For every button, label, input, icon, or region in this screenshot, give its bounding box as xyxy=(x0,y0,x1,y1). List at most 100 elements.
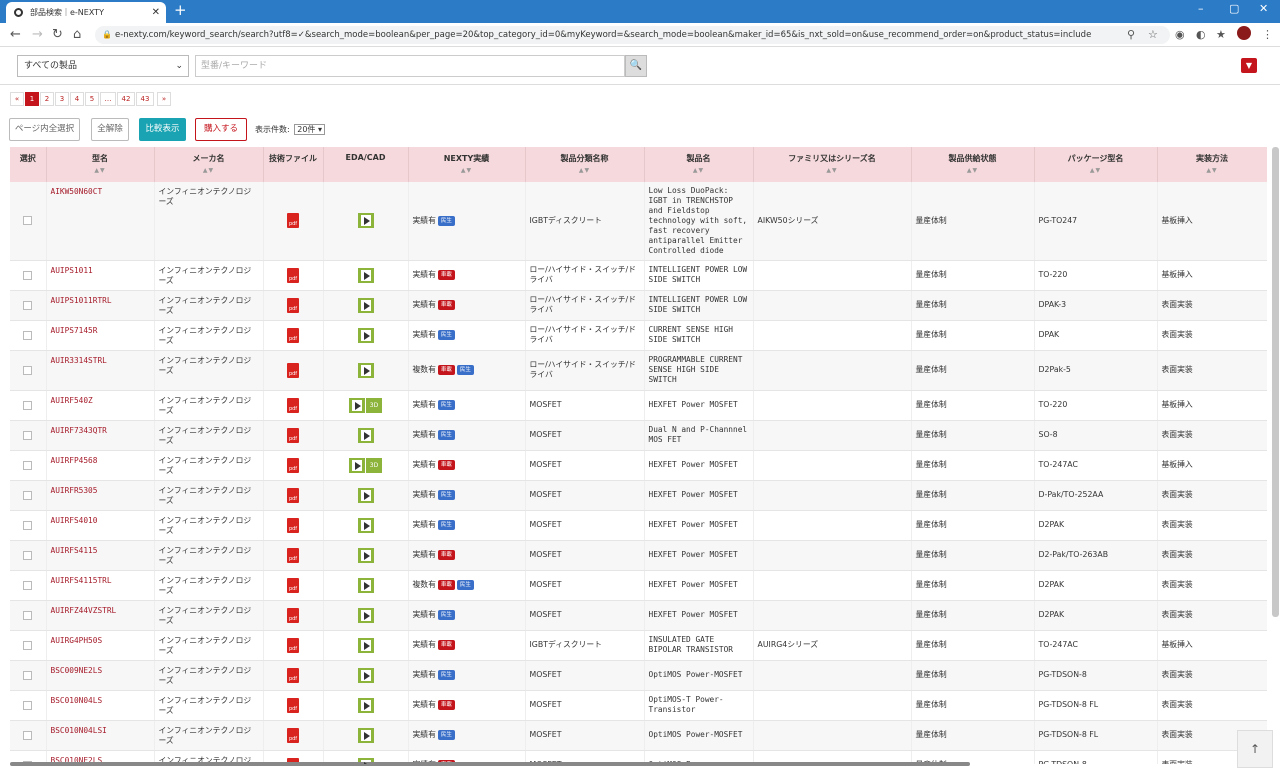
pdf-icon[interactable]: pdf xyxy=(287,637,299,653)
eda-cad-icon[interactable] xyxy=(357,362,374,378)
part-number-link[interactable]: BSC010N04LSI xyxy=(46,720,155,751)
part-number-link[interactable]: BSC010N04LS xyxy=(46,690,155,721)
eda-cad-icon[interactable] xyxy=(357,577,374,593)
row-checkbox[interactable] xyxy=(23,490,33,500)
eda-cad-icon[interactable] xyxy=(349,457,365,473)
eda-cad-icon[interactable] xyxy=(357,267,374,283)
tab-close-icon[interactable]: ✕ xyxy=(152,2,160,23)
window-close-icon[interactable]: ✕ xyxy=(1259,2,1268,15)
part-number-link[interactable]: BSC009NE2LS xyxy=(46,660,155,691)
select-page-button[interactable]: ページ内全選択 xyxy=(9,118,80,141)
eda-cad-icon[interactable] xyxy=(357,547,374,563)
back-icon[interactable]: ← xyxy=(10,27,21,42)
profile-avatar[interactable] xyxy=(1237,26,1251,40)
forward-icon[interactable]: → xyxy=(32,27,43,42)
pdf-icon[interactable]: pdf xyxy=(287,297,299,313)
pagination-next[interactable]: » xyxy=(157,92,171,106)
row-checkbox[interactable] xyxy=(23,330,33,340)
eda-cad-icon[interactable] xyxy=(357,697,374,713)
zoom-icon[interactable]: ⚲ xyxy=(1127,28,1135,41)
part-number-link[interactable]: AUIR3314STRL xyxy=(46,350,155,391)
sort-icon[interactable]: ▲▼ xyxy=(1035,167,1157,174)
sort-icon[interactable]: ▲▼ xyxy=(754,167,911,174)
pagination-page[interactable]: 3 xyxy=(55,92,69,106)
category-select[interactable]: すべての製品 ⌄ xyxy=(17,55,189,77)
3d-model-icon[interactable]: 3D xyxy=(366,457,382,473)
sort-icon[interactable]: ▲▼ xyxy=(645,167,753,174)
part-number-link[interactable]: AUIPS1011 xyxy=(46,260,155,291)
reload-icon[interactable]: ↻ xyxy=(52,27,63,42)
restore-icon[interactable]: ▢ xyxy=(1229,2,1239,15)
horizontal-scrollbar[interactable] xyxy=(10,762,970,766)
pagination-page[interactable]: 4 xyxy=(70,92,84,106)
pdf-icon[interactable]: pdf xyxy=(287,727,299,743)
part-number-link[interactable]: AUIRFP4568 xyxy=(46,450,155,481)
keyword-input[interactable]: 型番/キーワード xyxy=(195,55,625,77)
part-number-link[interactable]: AUIPS7145R xyxy=(46,320,155,351)
pdf-icon[interactable]: pdf xyxy=(287,517,299,533)
eda-cad-icon[interactable] xyxy=(357,213,374,229)
eda-cad-icon[interactable] xyxy=(349,397,365,413)
search-button[interactable]: 🔍 xyxy=(625,55,647,77)
row-checkbox[interactable] xyxy=(23,700,33,710)
pdf-icon[interactable]: pdf xyxy=(287,362,299,378)
part-number-link[interactable]: AUIRFS4115TRL xyxy=(46,570,155,601)
row-checkbox[interactable] xyxy=(23,430,33,440)
row-checkbox[interactable] xyxy=(23,610,33,620)
part-number-link[interactable]: AUIRFR5305 xyxy=(46,480,155,511)
part-number-link[interactable]: AUIRFZ44VZSTRL xyxy=(46,600,155,631)
camera-icon[interactable]: ◉ xyxy=(1175,28,1185,41)
eda-cad-icon[interactable] xyxy=(357,427,374,443)
pagination-page[interactable]: 43 xyxy=(136,92,154,106)
row-checkbox[interactable] xyxy=(23,640,33,650)
row-checkbox[interactable] xyxy=(23,460,33,470)
eda-cad-icon[interactable] xyxy=(357,667,374,683)
pdf-icon[interactable]: pdf xyxy=(287,457,299,473)
pdf-icon[interactable]: pdf xyxy=(287,327,299,343)
sort-icon[interactable]: ▲▼ xyxy=(155,167,263,174)
sort-icon[interactable]: ▲▼ xyxy=(409,167,525,174)
pdf-icon[interactable]: pdf xyxy=(287,667,299,683)
pagination-prev[interactable]: « xyxy=(10,92,24,106)
row-checkbox[interactable] xyxy=(23,216,33,226)
pdf-icon[interactable]: pdf xyxy=(287,487,299,503)
sort-icon[interactable]: ▲▼ xyxy=(1158,167,1267,174)
eda-cad-icon[interactable] xyxy=(357,607,374,623)
buy-button[interactable]: 購入する xyxy=(195,118,247,141)
row-checkbox[interactable] xyxy=(23,270,33,280)
pagination-page[interactable]: 2 xyxy=(40,92,54,106)
vertical-scrollbar[interactable] xyxy=(1272,147,1279,617)
pdf-icon[interactable]: pdf xyxy=(287,427,299,443)
minimize-icon[interactable]: – xyxy=(1198,2,1204,15)
home-icon[interactable]: ⌂ xyxy=(73,27,81,42)
eda-cad-icon[interactable] xyxy=(357,487,374,503)
part-number-link[interactable]: AUIRF540Z xyxy=(46,390,155,421)
row-checkbox[interactable] xyxy=(23,730,33,740)
part-number-link[interactable]: AUIRFS4115 xyxy=(46,540,155,571)
part-number-link[interactable]: AUIRFS4010 xyxy=(46,510,155,541)
pdf-icon[interactable]: pdf xyxy=(287,267,299,283)
browser-tab[interactable]: 部品検索｜e-NEXTY ✕ xyxy=(6,2,166,23)
pdf-icon[interactable]: pdf xyxy=(287,213,299,229)
row-checkbox[interactable] xyxy=(23,550,33,560)
clear-all-button[interactable]: 全解除 xyxy=(91,118,129,141)
row-checkbox[interactable] xyxy=(23,365,33,375)
part-number-link[interactable]: AIKW50N60CT xyxy=(46,182,155,261)
compare-button[interactable]: 比較表示 xyxy=(139,118,186,141)
extension-circle-icon[interactable]: ◐ xyxy=(1196,28,1206,41)
pdf-icon[interactable]: pdf xyxy=(287,607,299,623)
back-to-top-button[interactable]: ↑ xyxy=(1237,730,1273,768)
sort-icon[interactable]: ▲▼ xyxy=(912,167,1034,174)
sort-icon[interactable]: ▲▼ xyxy=(526,167,644,174)
row-checkbox[interactable] xyxy=(23,300,33,310)
row-checkbox[interactable] xyxy=(23,670,33,680)
row-checkbox[interactable] xyxy=(23,580,33,590)
pdf-icon[interactable]: pdf xyxy=(287,577,299,593)
expand-search-button[interactable]: ▼ xyxy=(1241,58,1257,73)
pagination-page[interactable]: 42 xyxy=(117,92,135,106)
pdf-icon[interactable]: pdf xyxy=(287,697,299,713)
3d-model-icon[interactable]: 3D xyxy=(366,397,382,413)
pdf-icon[interactable]: pdf xyxy=(287,397,299,413)
menu-dots-icon[interactable]: ⋮ xyxy=(1262,28,1273,41)
new-tab-icon[interactable]: + xyxy=(174,1,187,19)
